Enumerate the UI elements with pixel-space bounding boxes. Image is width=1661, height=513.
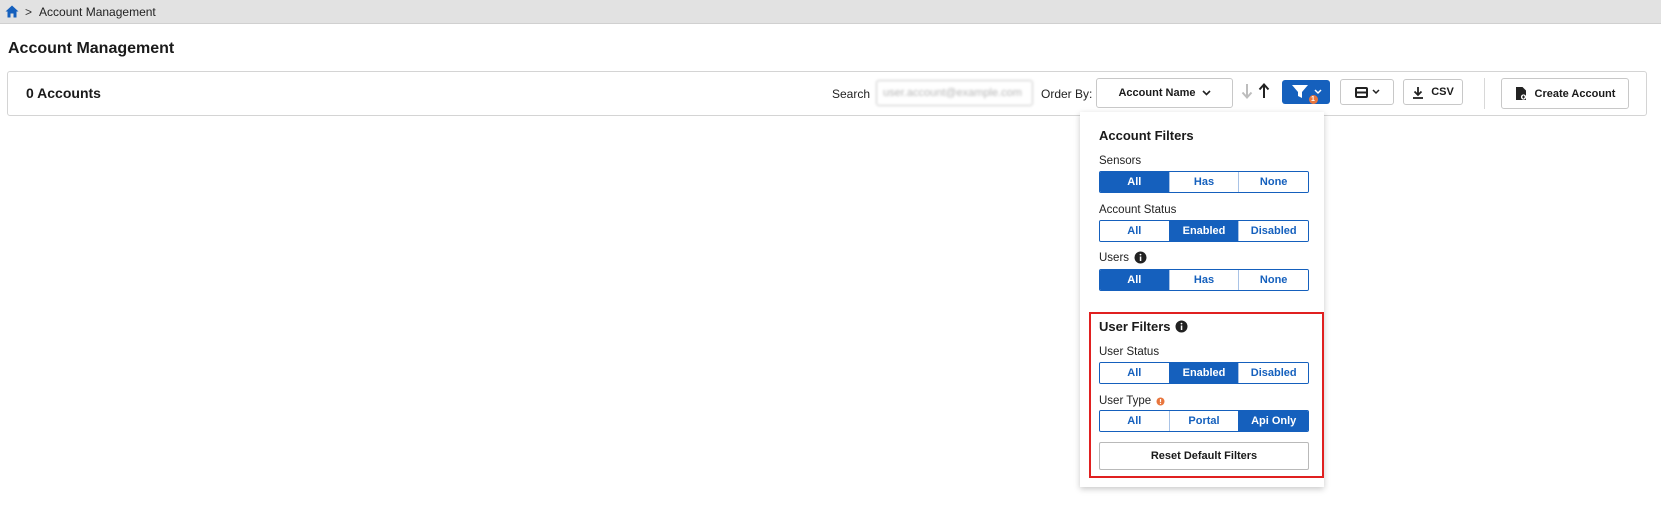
account-filters-title-text: Account Filters	[1099, 128, 1194, 143]
user-type-option-portal[interactable]: Portal	[1168, 411, 1239, 431]
info-icon[interactable]	[1175, 320, 1188, 333]
warning-dot-icon	[1156, 397, 1165, 406]
user-filters-title-text: User Filters	[1099, 319, 1171, 334]
users-option-all[interactable]: All	[1100, 270, 1169, 290]
user-status-label: User Status	[1099, 346, 1159, 358]
create-account-label: Create Account	[1534, 87, 1616, 100]
new-document-icon	[1515, 86, 1527, 101]
sensors-segmented-control: All Has None	[1099, 171, 1309, 193]
account-status-label: Account Status	[1099, 204, 1176, 216]
sensors-option-none[interactable]: None	[1238, 172, 1308, 192]
export-csv-button[interactable]: CSV	[1403, 79, 1463, 105]
users-segmented-control: All Has None	[1099, 269, 1309, 291]
download-icon	[1412, 86, 1424, 99]
user-type-option-api-only[interactable]: Api Only	[1238, 411, 1308, 431]
chevron-down-icon	[1371, 89, 1380, 95]
user-filters-title: User Filters	[1099, 319, 1188, 334]
home-icon[interactable]	[4, 4, 20, 20]
account-count: 0 Accounts	[26, 85, 101, 101]
order-by-label: Order By:	[1041, 87, 1093, 101]
filter-dropdown: Account Filters Sensors All Has None Acc…	[1080, 112, 1324, 487]
account-status-option-enabled[interactable]: Enabled	[1168, 221, 1239, 241]
account-status-option-all[interactable]: All	[1100, 221, 1169, 241]
csv-label: CSV	[1431, 86, 1454, 98]
sensors-label-text: Sensors	[1099, 155, 1142, 167]
breadcrumb-current: Account Management	[39, 4, 156, 19]
chevron-down-icon	[1201, 90, 1211, 96]
account-status-segmented-control: All Enabled Disabled	[1099, 220, 1309, 242]
view-layout-button[interactable]	[1340, 79, 1394, 105]
users-option-none[interactable]: None	[1238, 270, 1308, 290]
filter-button[interactable]: 1	[1282, 80, 1330, 104]
create-account-button[interactable]: Create Account	[1501, 78, 1629, 109]
sensors-option-has[interactable]: Has	[1168, 172, 1239, 192]
user-type-label-text: User Type	[1099, 395, 1152, 407]
order-by-select[interactable]: Account Name	[1096, 78, 1233, 108]
chevron-down-icon	[1313, 89, 1322, 95]
account-filters-title: Account Filters	[1099, 128, 1194, 143]
user-status-option-all[interactable]: All	[1100, 363, 1169, 383]
user-status-segmented-control: All Enabled Disabled	[1099, 362, 1309, 384]
info-icon[interactable]	[1134, 251, 1147, 264]
search-input[interactable]	[876, 80, 1033, 106]
toolbar-divider	[1484, 78, 1485, 109]
user-type-label: User Type	[1099, 395, 1165, 407]
accounts-toolbar: 0 Accounts Search Order By: Account Name…	[7, 71, 1647, 116]
breadcrumb-separator: >	[25, 4, 33, 19]
user-status-option-disabled[interactable]: Disabled	[1238, 363, 1308, 383]
breadcrumb: > Account Management	[0, 0, 1661, 24]
search-label: Search	[832, 87, 871, 101]
sort-ascending-icon[interactable]	[1258, 83, 1270, 104]
card-layout-icon	[1354, 86, 1368, 98]
sensors-label: Sensors	[1099, 155, 1141, 167]
page-title: Account Management	[8, 40, 175, 57]
filter-count-badge: 1	[1308, 95, 1318, 104]
user-type-segmented-control: All Portal Api Only	[1099, 410, 1309, 432]
account-status-option-disabled[interactable]: Disabled	[1238, 221, 1308, 241]
users-option-has[interactable]: Has	[1168, 270, 1239, 290]
sensors-option-all[interactable]: All	[1100, 172, 1169, 192]
filter-icon: 1	[1291, 84, 1318, 104]
user-status-label-text: User Status	[1099, 346, 1160, 358]
sort-descending-icon[interactable]	[1241, 83, 1253, 104]
users-label: Users	[1099, 251, 1147, 264]
users-label-text: Users	[1099, 251, 1130, 264]
reset-default-filters-button[interactable]: Reset Default Filters	[1099, 442, 1309, 470]
account-status-label-text: Account Status	[1099, 204, 1177, 216]
user-status-option-enabled[interactable]: Enabled	[1168, 363, 1239, 383]
order-by-value: Account Name	[1118, 87, 1196, 99]
user-type-option-all[interactable]: All	[1100, 411, 1169, 431]
